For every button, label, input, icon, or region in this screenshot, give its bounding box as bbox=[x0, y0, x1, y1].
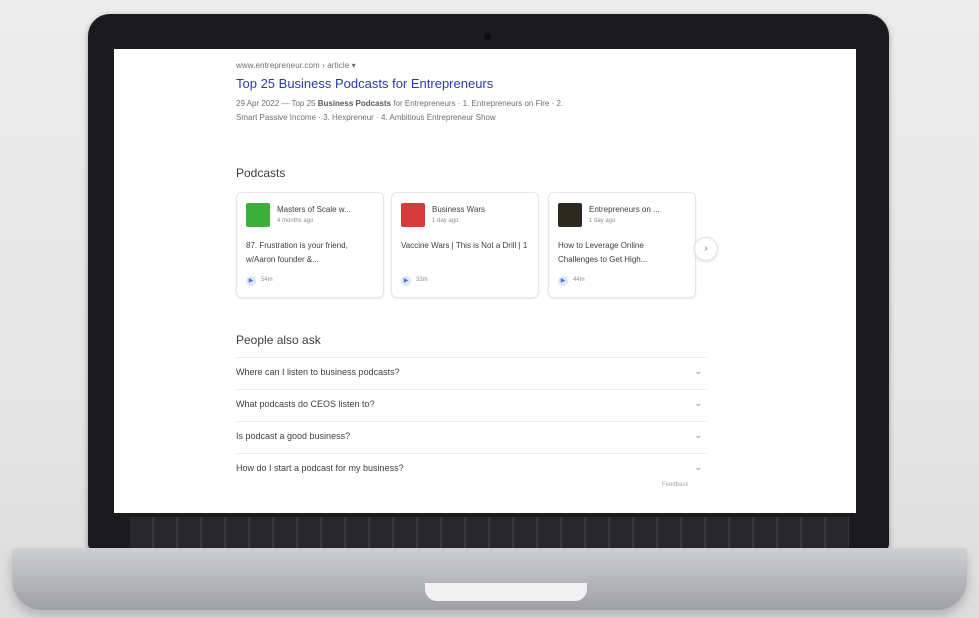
podcast-name: Masters of Scale w... bbox=[277, 205, 351, 214]
podcast-thumbnail bbox=[246, 203, 270, 227]
snippet-text: for Entrepreneurs · 1. Entrepreneurs on … bbox=[391, 99, 564, 108]
chevron-down-icon: ⌄ bbox=[694, 398, 702, 408]
podcasts-heading: Podcasts bbox=[236, 166, 286, 180]
podcast-age: 4 months ago bbox=[277, 218, 314, 224]
podcast-thumbnail bbox=[401, 203, 425, 227]
search-result: www.entrepreneur.com › article ▾ Top 25 … bbox=[236, 61, 836, 125]
podcast-episode: Vaccine Wars | This is Not a Drill | 1 bbox=[401, 241, 528, 250]
play-icon[interactable]: ▶ bbox=[246, 276, 256, 286]
podcast-age: 1 day ago bbox=[589, 218, 616, 224]
play-icon[interactable]: ▶ bbox=[401, 276, 411, 286]
podcast-duration: 54m bbox=[261, 277, 273, 283]
snippet-bold: Business Podcasts bbox=[317, 99, 392, 108]
chevron-down-icon: ⌄ bbox=[694, 462, 702, 472]
people-also-ask-heading: People also ask bbox=[236, 333, 321, 347]
result-snippet: 29 Apr 2022 — Top 25 Business Podcasts f… bbox=[236, 97, 666, 125]
browser-screen: www.entrepreneur.com › article ▾ Top 25 … bbox=[114, 49, 856, 513]
play-icon[interactable]: ▶ bbox=[558, 276, 568, 286]
podcast-duration: 44m bbox=[573, 277, 585, 283]
paa-question-text: How do I start a podcast for my business… bbox=[236, 463, 404, 473]
paa-question-text: What podcasts do CEOS listen to? bbox=[236, 399, 375, 409]
podcast-card[interactable]: Masters of Scale w... 4 months ago 87. F… bbox=[236, 192, 384, 298]
snippet-text: Smart Passive Income · 3. Hexpreneur · 4… bbox=[236, 113, 496, 122]
chevron-right-icon[interactable]: › bbox=[694, 237, 718, 261]
result-url[interactable]: www.entrepreneur.com › article ▾ bbox=[236, 61, 836, 70]
podcast-name: Business Wars bbox=[432, 205, 486, 214]
podcast-card[interactable]: Entrepreneurs on ... 1 day ago How to Le… bbox=[548, 192, 696, 298]
result-title-link[interactable]: Top 25 Business Podcasts for Entrepreneu… bbox=[236, 76, 836, 91]
paa-question[interactable]: Is podcast a good business? ⌄ bbox=[236, 421, 706, 453]
chevron-down-icon: ⌄ bbox=[694, 366, 702, 376]
podcast-name: Entrepreneurs on ... bbox=[589, 205, 660, 214]
paa-question[interactable]: What podcasts do CEOS listen to? ⌄ bbox=[236, 389, 706, 421]
laptop-notch bbox=[425, 583, 587, 601]
podcast-age: 1 day ago bbox=[432, 218, 459, 224]
podcast-card[interactable]: Business Wars 1 day ago Vaccine Wars | T… bbox=[391, 192, 539, 298]
paa-question[interactable]: Where can I listen to business podcasts?… bbox=[236, 357, 706, 389]
podcast-episode: 87. Frustration is your friend, w/Aaron … bbox=[246, 241, 348, 264]
podcast-thumbnail bbox=[558, 203, 582, 227]
paa-question[interactable]: How do I start a podcast for my business… bbox=[236, 453, 706, 485]
paa-question-text: Is podcast a good business? bbox=[236, 431, 351, 441]
paa-question-text: Where can I listen to business podcasts? bbox=[236, 367, 400, 377]
camera-icon bbox=[484, 33, 491, 40]
chevron-down-icon: ⌄ bbox=[694, 430, 702, 440]
feedback-link[interactable]: Feedback bbox=[662, 482, 688, 488]
podcast-episode: How to Leverage Online Challenges to Get… bbox=[558, 241, 648, 264]
podcast-duration: 33m bbox=[416, 277, 428, 283]
snippet-text: 29 Apr 2022 — Top 25 bbox=[236, 99, 318, 108]
